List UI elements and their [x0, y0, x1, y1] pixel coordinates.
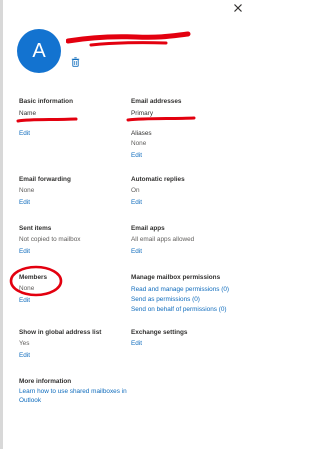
automatic-replies-edit-link[interactable]: Edit — [131, 199, 142, 206]
shared-mailbox-help-link[interactable]: Learn how to use shared mailboxes in Out… — [19, 388, 129, 405]
redacted-name-value — [16, 117, 78, 123]
close-icon[interactable] — [233, 3, 243, 13]
sent-items-value: Not copied to mailbox — [19, 236, 81, 243]
trash-icon[interactable] — [71, 57, 80, 67]
basic-information-edit-link[interactable]: Edit — [19, 130, 30, 137]
more-information-heading: More information — [19, 378, 72, 385]
members-annotation-circle — [9, 265, 63, 297]
email-addresses-heading: Email addresses — [131, 98, 182, 105]
sent-items-edit-link[interactable]: Edit — [19, 248, 30, 255]
avatar: A — [17, 29, 61, 73]
email-forwarding-heading: Email forwarding — [19, 176, 71, 183]
mailbox-permissions-heading: Manage mailbox permissions — [131, 274, 221, 281]
global-address-list-edit-link[interactable]: Edit — [19, 352, 30, 359]
members-edit-link[interactable]: Edit — [19, 297, 30, 304]
sent-items-heading: Sent items — [19, 225, 52, 232]
email-forwarding-edit-link[interactable]: Edit — [19, 199, 30, 206]
avatar-initial: A — [32, 40, 46, 62]
email-addresses-edit-link[interactable]: Edit — [131, 152, 142, 159]
send-on-behalf-permissions-link[interactable]: Send on behalf of permissions (0) — [131, 306, 227, 313]
aliases-label: Aliases — [131, 130, 152, 137]
global-address-list-value: Yes — [19, 340, 30, 347]
panel-left-border — [0, 0, 3, 449]
exchange-settings-heading: Exchange settings — [131, 329, 188, 336]
basic-information-heading: Basic information — [19, 98, 73, 105]
automatic-replies-value: On — [131, 187, 140, 194]
global-address-list-heading: Show in global address list — [19, 329, 102, 336]
aliases-value: None — [131, 140, 147, 147]
read-manage-permissions-link[interactable]: Read and manage permissions (0) — [131, 286, 229, 293]
exchange-settings-edit-link[interactable]: Edit — [131, 340, 142, 347]
email-forwarding-value: None — [19, 187, 35, 194]
redacted-mailbox-title — [66, 31, 191, 47]
redacted-primary-address — [126, 116, 196, 122]
email-apps-edit-link[interactable]: Edit — [131, 248, 142, 255]
email-apps-heading: Email apps — [131, 225, 165, 232]
send-as-permissions-link[interactable]: Send as permissions (0) — [131, 296, 200, 303]
email-apps-value: All email apps allowed — [131, 236, 195, 243]
automatic-replies-heading: Automatic replies — [131, 176, 185, 183]
